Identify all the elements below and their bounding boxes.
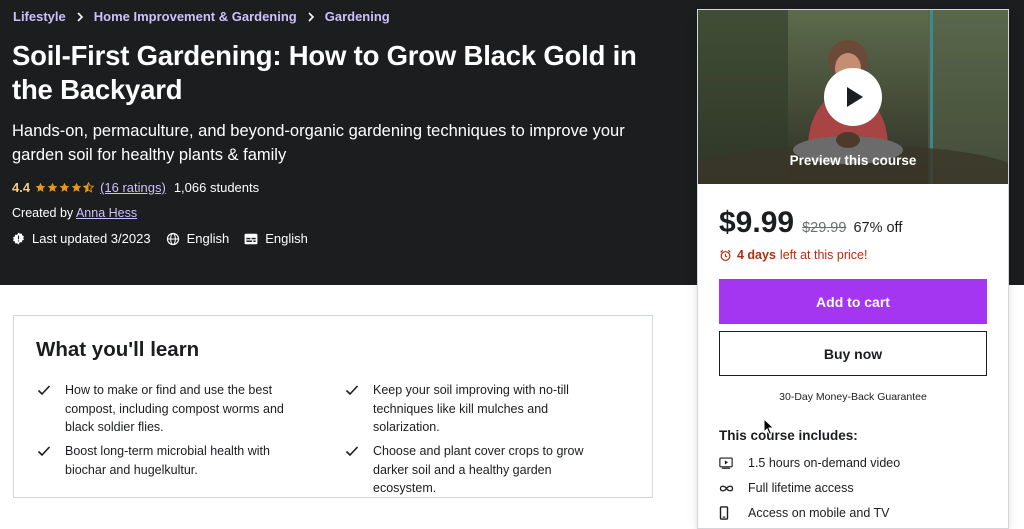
breadcrumb: Lifestyle Home Improvement & Gardening G… <box>13 9 390 24</box>
money-back-guarantee: 30-Day Money-Back Guarantee <box>779 391 927 403</box>
star-icon <box>35 182 46 192</box>
purchase-sidebar: Preview this course $9.99 $29.99 67% off… <box>697 9 1009 529</box>
learn-item: Choose and plant cover crops to grow dar… <box>345 442 615 498</box>
learn-item-text: Keep your soil improving with no-till te… <box>373 383 569 434</box>
timer-text: left at this price! <box>779 248 868 262</box>
video-icon <box>719 457 735 469</box>
breadcrumb-item-home-improvement[interactable]: Home Improvement & Gardening <box>94 9 297 24</box>
discount-percent: 67% off <box>853 220 903 236</box>
learn-item: Boost long-term microbial health with bi… <box>37 442 297 479</box>
alert-badge-icon <box>13 232 24 245</box>
captions-text: English <box>265 231 308 246</box>
chevron-right-icon <box>304 10 318 24</box>
author-link[interactable]: Anna Hess <box>76 206 137 220</box>
add-to-cart-button[interactable]: Add to cart <box>719 279 987 324</box>
course-preview[interactable]: Preview this course <box>698 10 1008 184</box>
globe-icon <box>166 232 179 245</box>
breadcrumb-item-gardening[interactable]: Gardening <box>325 9 390 24</box>
include-item-label: Full lifetime access <box>748 481 854 495</box>
infinity-icon <box>719 484 735 493</box>
learn-item: How to make or find and use the best com… <box>37 381 297 437</box>
play-icon <box>847 87 863 107</box>
timer-days: 4 days <box>737 248 776 262</box>
play-button[interactable] <box>824 68 882 126</box>
ratings-count-link[interactable]: (16 ratings) <box>100 180 166 195</box>
course-subtitle: Hands-on, permaculture, and beyond-organ… <box>12 122 625 164</box>
includes-title: This course includes: <box>719 428 858 443</box>
buy-now-button[interactable]: Buy now <box>719 331 987 376</box>
students-count: 1,066 students <box>173 180 260 195</box>
price-row: $9.99 $29.99 67% off <box>719 206 902 240</box>
chevron-right-icon <box>73 10 87 24</box>
created-by: Created by Anna Hess <box>12 206 137 220</box>
include-item-label: Access on mobile and TV <box>748 506 890 520</box>
include-item-mobile: Access on mobile and TV <box>719 506 890 520</box>
half-star-icon <box>83 182 95 193</box>
preview-label: Preview this course <box>789 153 917 168</box>
created-by-label: Created by <box>12 206 74 220</box>
what-youll-learn-box: What you'll learn How to make or find an… <box>13 315 653 498</box>
include-item-label: 1.5 hours on-demand video <box>748 456 901 470</box>
star-icon <box>71 182 82 192</box>
last-updated: Last updated 3/2023 <box>12 231 151 246</box>
learn-item-text: Choose and plant cover crops to grow dar… <box>373 444 584 495</box>
include-item-video: 1.5 hours on-demand video <box>719 456 900 470</box>
learn-item: Keep your soil improving with no-till te… <box>345 381 615 437</box>
check-icon <box>345 446 359 457</box>
rating-row: 4.4 (16 ratings) 1,066 students <box>12 180 259 195</box>
star-rating <box>35 182 95 193</box>
breadcrumb-item-lifestyle[interactable]: Lifestyle <box>13 9 66 24</box>
mouse-cursor-icon <box>763 418 775 436</box>
star-icon <box>59 182 70 192</box>
course-language: English <box>166 231 230 246</box>
price-timer: 4 days left at this price! <box>719 248 867 262</box>
check-icon <box>345 385 359 396</box>
alarm-clock-icon <box>720 249 731 261</box>
rating-number: 4.4 <box>12 180 31 195</box>
learn-item-text: How to make or find and use the best com… <box>65 383 284 434</box>
current-price: $9.99 <box>719 206 795 239</box>
language-text: English <box>186 231 230 246</box>
closed-captions-icon <box>244 233 258 244</box>
learn-title: What you'll learn <box>36 338 200 361</box>
course-captions: English <box>244 231 308 246</box>
learn-item-text: Boost long-term microbial health with bi… <box>65 444 270 477</box>
check-icon <box>37 446 51 457</box>
last-updated-text: Last updated 3/2023 <box>32 231 151 246</box>
include-item-lifetime: Full lifetime access <box>719 481 854 495</box>
mobile-icon <box>719 506 735 520</box>
original-price: $29.99 <box>802 220 847 236</box>
course-meta: Last updated 3/2023 English English <box>12 231 323 246</box>
course-title: Soil-First Gardening: How to Grow Black … <box>12 40 637 105</box>
star-icon <box>47 182 58 192</box>
check-icon <box>37 385 51 396</box>
